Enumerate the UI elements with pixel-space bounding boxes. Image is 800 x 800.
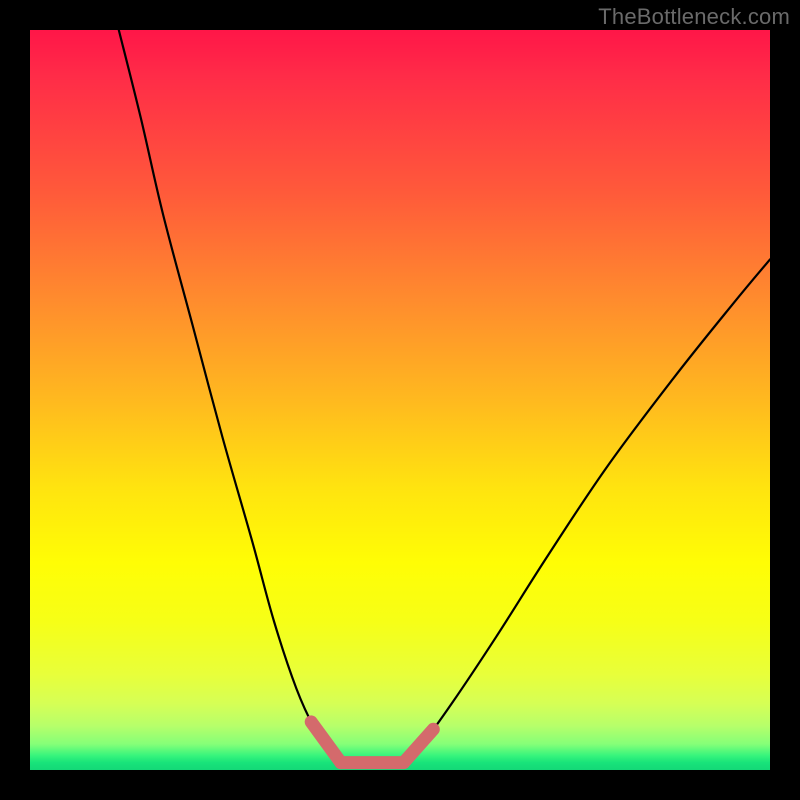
highlight-left bbox=[311, 722, 341, 763]
watermark-text: TheBottleneck.com bbox=[598, 4, 790, 30]
curve-layer bbox=[30, 30, 770, 770]
bottleneck-curve bbox=[119, 30, 770, 765]
plot-area bbox=[30, 30, 770, 770]
chart-frame: TheBottleneck.com bbox=[0, 0, 800, 800]
highlight-right bbox=[404, 729, 434, 762]
